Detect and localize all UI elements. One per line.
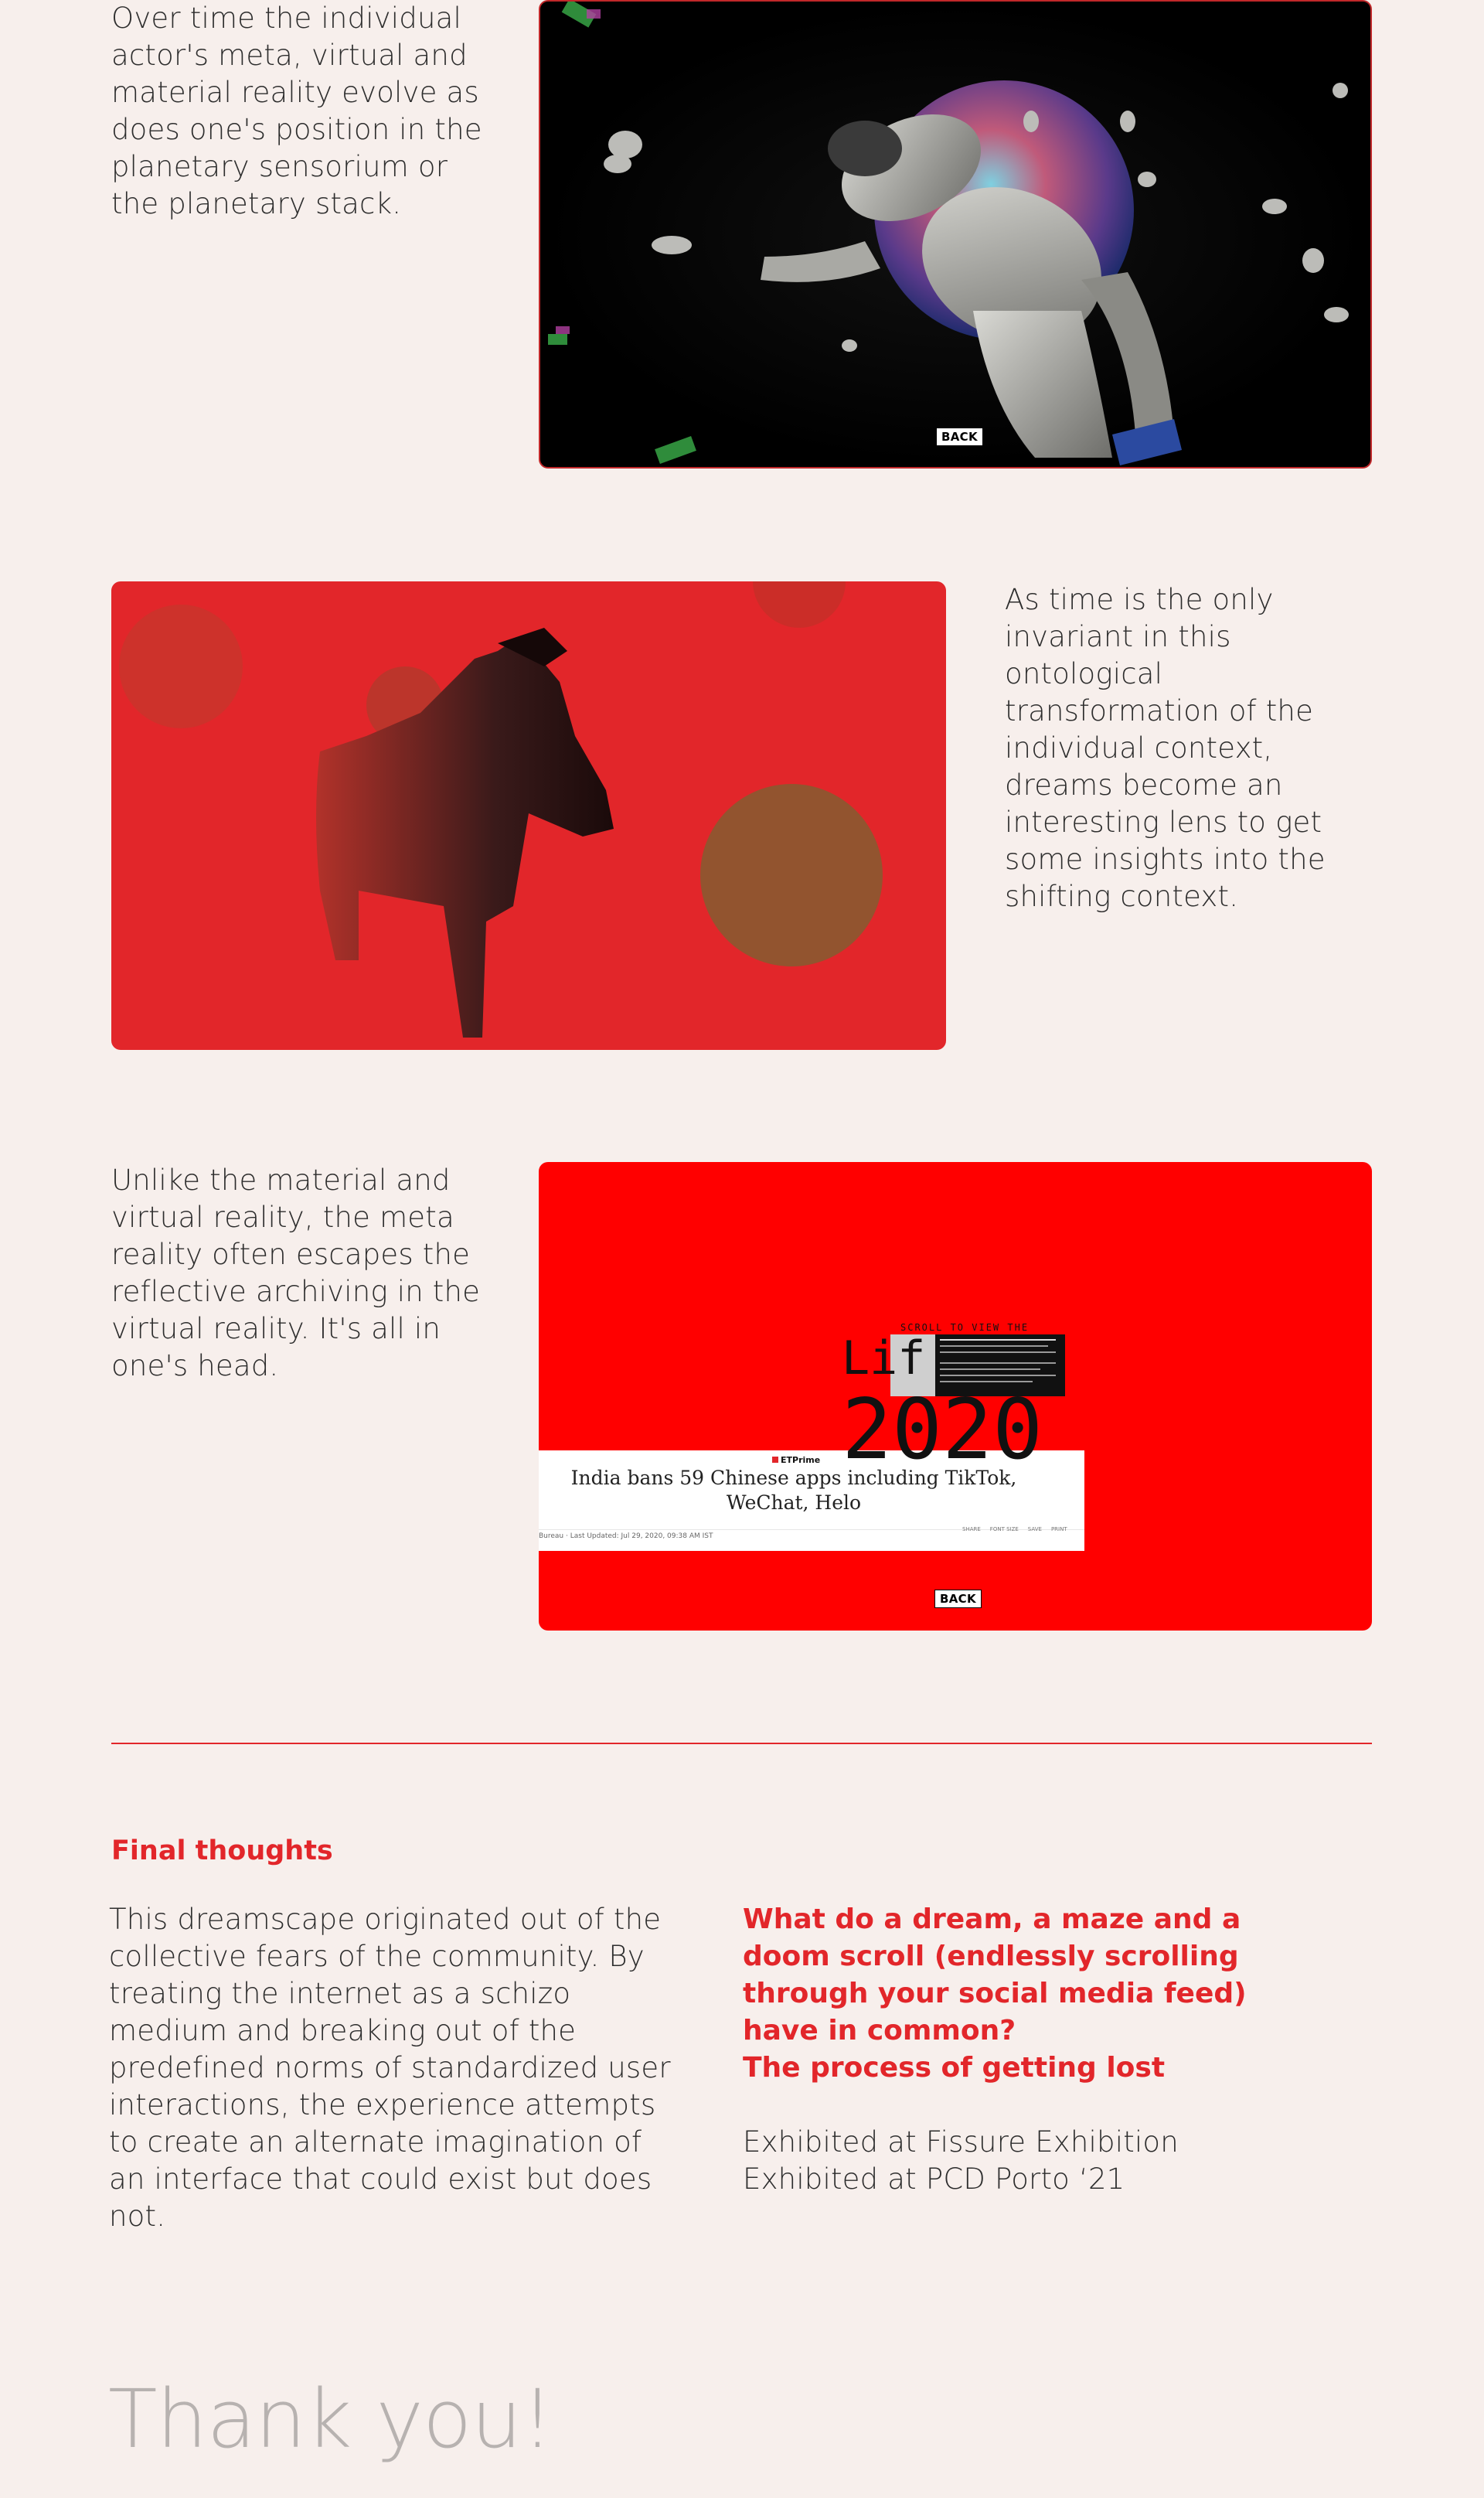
exhibit-fissure: Exhibited at Fissure Exhibition xyxy=(743,2125,1179,2159)
cow-artwork[interactable] xyxy=(111,581,946,1050)
share-action[interactable]: SHARE xyxy=(962,1526,981,1532)
save-action[interactable]: SAVE xyxy=(1028,1526,1042,1532)
final-answer: The process of getting lost xyxy=(743,2052,1166,2084)
back-button[interactable]: BACK xyxy=(934,1590,982,1608)
overlay-year-text: 2020 xyxy=(842,1382,1043,1478)
font-size-action[interactable]: FONT SIZE xyxy=(990,1526,1019,1532)
section-divider xyxy=(111,1743,1372,1744)
section1-text: Over time the individual actor's meta, v… xyxy=(111,2,482,220)
final-thoughts-heading: Final thoughts xyxy=(111,1835,333,1866)
orb-shape xyxy=(700,784,883,966)
cow-scene xyxy=(119,581,883,1038)
astronaut-shape xyxy=(761,114,1182,465)
back-button[interactable]: BACK xyxy=(936,428,983,446)
print-action[interactable]: PRINT xyxy=(1051,1526,1067,1532)
astronaut-scene xyxy=(548,2,1349,465)
section2-text: As time is the only invariant in this on… xyxy=(1005,583,1326,913)
astronaut-artwork[interactable]: BACK xyxy=(539,0,1372,469)
apps-ban-artwork[interactable]: ETPrime India bans 59 Chinese apps inclu… xyxy=(539,1162,1372,1631)
news-meta: Bureau · Last Updated: Jul 29, 2020, 09:… xyxy=(539,1532,713,1540)
cow-shape xyxy=(316,628,614,1038)
final-thoughts-paragraph: This dreamscape originated out of the co… xyxy=(109,1903,671,2233)
exhibit-pcd-porto: Exhibited at PCD Porto ‘21 xyxy=(743,2162,1125,2196)
final-question: What do a dream, a maze and a doom scrol… xyxy=(743,1903,1247,2046)
section3-text: Unlike the material and virtual reality,… xyxy=(111,1164,481,1382)
overlay-lif-text: Lif xyxy=(842,1331,926,1385)
brand-logo-icon xyxy=(772,1457,778,1463)
thank-you-text: Thank you! xyxy=(108,2372,553,2466)
news-brand: ETPrime xyxy=(772,1455,820,1465)
news-actions: SHARE FONT SIZE SAVE PRINT xyxy=(962,1526,1067,1532)
glitch-shapes xyxy=(548,2,696,464)
